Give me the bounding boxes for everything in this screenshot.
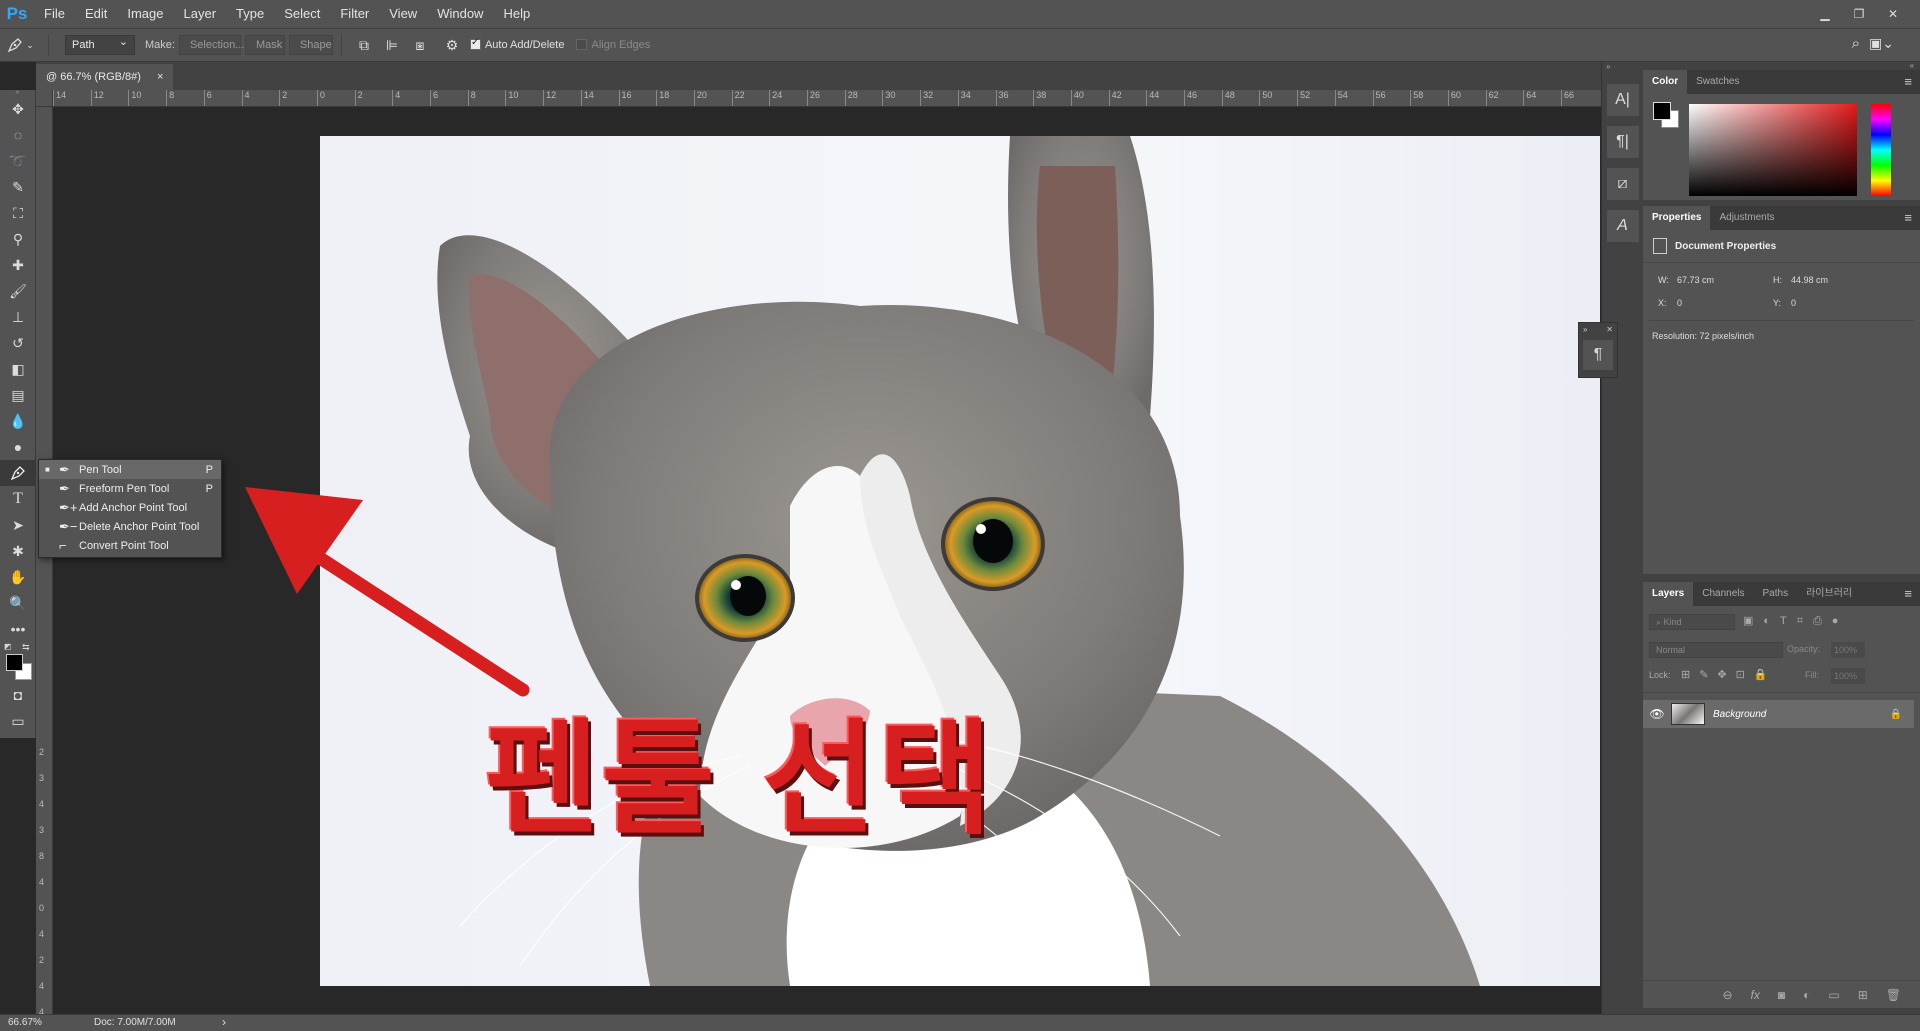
kind-filter-label: Kind xyxy=(1663,617,1682,627)
resolution-text: Resolution: 72 pixels/inch xyxy=(1652,331,1755,341)
filter-icons[interactable]: ▣◐T⌗⎙● xyxy=(1743,614,1848,628)
y-label: Y: xyxy=(1773,298,1782,308)
flyout-item-shortcut: P xyxy=(205,463,213,476)
visibility-eye-icon[interactable]: 👁 xyxy=(1643,707,1671,721)
adjustment-layer-icon[interactable]: ◐ xyxy=(1803,988,1810,1002)
foreground-color-swatch[interactable] xyxy=(1653,102,1671,120)
pilcrow-icon[interactable]: ¶ xyxy=(1583,340,1613,370)
opacity-input[interactable]: 100% xyxy=(1831,642,1865,658)
properties-title: Document Properties xyxy=(1675,240,1777,252)
expand-strip-icon[interactable]: » xyxy=(1602,62,1643,74)
annotation-arrow-shaft xyxy=(293,538,530,697)
add-mask-icon[interactable]: ◙ xyxy=(1778,988,1785,1002)
character-styles-icon[interactable]: A xyxy=(1606,210,1639,242)
delete-anchor-icon: ✒− xyxy=(59,518,78,534)
flyout-item-label: Delete Anchor Point Tool xyxy=(79,520,200,533)
y-value[interactable]: 0 xyxy=(1791,298,1796,308)
layers-panel-tabs: Layers Channels Paths 라이브러리 ≡ xyxy=(1643,582,1920,606)
zoom-level[interactable]: 66.67% xyxy=(8,1017,42,1028)
tab-libraries[interactable]: 라이브러리 xyxy=(1797,582,1861,606)
panel-menu-icon[interactable]: ≡ xyxy=(1904,582,1912,606)
fill-label: Fill: xyxy=(1805,670,1819,680)
doc-size: Doc: 7.00M/7.00M xyxy=(94,1017,176,1028)
flyout-item-add-anchor-point-tool[interactable]: ✒+ Add Anchor Point Tool xyxy=(39,498,221,517)
new-layer-icon[interactable]: ⊞ xyxy=(1858,988,1868,1002)
character-panel-icon[interactable]: A| xyxy=(1606,84,1639,116)
expand-float-icon[interactable]: » xyxy=(1583,325,1587,334)
panel-menu-icon[interactable]: ≡ xyxy=(1904,206,1912,230)
color-panel xyxy=(1643,94,1920,200)
collapse-panels-icon[interactable]: « xyxy=(1643,62,1920,70)
flyout-item-label: Pen Tool xyxy=(79,463,122,476)
hue-slider[interactable] xyxy=(1871,104,1891,196)
flyout-item-shortcut: P xyxy=(205,482,213,495)
width-label: W: xyxy=(1658,275,1669,285)
tab-layers[interactable]: Layers xyxy=(1643,582,1694,606)
status-bar: 66.67% Doc: 7.00M/7.00M › xyxy=(0,1014,1920,1031)
blend-mode-select[interactable]: Normal xyxy=(1649,642,1783,658)
flyout-item-label: Add Anchor Point Tool xyxy=(79,501,188,514)
glyphs-panel-icon[interactable]: ⧄ xyxy=(1606,168,1639,200)
status-arrow-icon[interactable]: › xyxy=(222,1015,226,1029)
lock-icons[interactable]: ⊞✎✥⊡🔒 xyxy=(1681,668,1777,681)
tab-color[interactable]: Color xyxy=(1643,70,1688,94)
new-group-icon[interactable]: ▭ xyxy=(1828,988,1839,1002)
panel-icon-strip: » A| ¶| ⧄ A xyxy=(1601,62,1643,1014)
add-anchor-icon: ✒+ xyxy=(59,499,78,515)
properties-panel: Document Properties W: 67.73 cm H: 44.98… xyxy=(1643,230,1920,574)
flyout-item-convert-point-tool[interactable]: ⌐ Convert Point Tool xyxy=(39,536,221,555)
flyout-item-label: Freeform Pen Tool xyxy=(79,482,170,495)
color-panel-tabs: Color Swatches ≡ xyxy=(1643,70,1920,94)
height-value[interactable]: 44.98 cm xyxy=(1791,275,1828,285)
tab-swatches[interactable]: Swatches xyxy=(1687,70,1748,94)
x-value[interactable]: 0 xyxy=(1677,298,1682,308)
flyout-item-delete-anchor-point-tool[interactable]: ✒− Delete Anchor Point Tool xyxy=(39,517,221,536)
right-panels: « Color Swatches ≡ Properties Adjustment… xyxy=(1643,62,1920,1014)
opacity-label: Opacity: xyxy=(1787,644,1821,654)
pen-icon: ✒ xyxy=(59,461,70,477)
kind-filter[interactable]: ⌕ Kind xyxy=(1649,614,1735,630)
freeform-pen-icon: ✒ xyxy=(59,480,70,496)
pen-tool-flyout-menu: ■ ✒ Pen Tool P ✒ Freeform Pen Tool P ✒+ Add Anch… xyxy=(38,459,222,558)
height-label: H: xyxy=(1773,275,1782,285)
floating-paragraph-panel: » ✕ ¶ xyxy=(1578,322,1618,378)
fx-icon[interactable]: fx xyxy=(1751,988,1760,1002)
tab-paths[interactable]: Paths xyxy=(1754,582,1798,606)
flyout-item-pen-tool[interactable]: ■ ✒ Pen Tool P xyxy=(39,460,221,479)
foreground-color[interactable] xyxy=(6,654,23,671)
layer-row-background[interactable]: 👁 Background 🔒 xyxy=(1643,700,1914,728)
lock-label: Lock: xyxy=(1649,670,1671,680)
layer-lock-icon: 🔒 xyxy=(1889,708,1902,720)
link-layers-icon[interactable]: ⊖ xyxy=(1722,988,1732,1002)
color-field[interactable] xyxy=(1689,104,1857,196)
delete-layer-icon[interactable]: 🗑 xyxy=(1886,988,1901,1002)
fill-input[interactable]: 100% xyxy=(1831,668,1865,684)
convert-point-icon: ⌐ xyxy=(59,538,67,553)
tab-channels[interactable]: Channels xyxy=(1693,582,1753,606)
paragraph-panel-icon[interactable]: ¶| xyxy=(1606,126,1639,158)
flyout-item-label: Convert Point Tool xyxy=(79,539,169,552)
layers-footer: ⊖ fx ◙ ◐ ▭ ⊞ 🗑 xyxy=(1643,980,1920,1008)
tab-adjustments[interactable]: Adjustments xyxy=(1710,206,1783,230)
close-float-icon[interactable]: ✕ xyxy=(1606,325,1613,334)
flyout-item-freeform-pen-tool[interactable]: ✒ Freeform Pen Tool P xyxy=(39,479,221,498)
tab-properties[interactable]: Properties xyxy=(1643,206,1711,230)
layer-name[interactable]: Background xyxy=(1713,709,1766,720)
properties-panel-tabs: Properties Adjustments ≡ xyxy=(1643,206,1920,230)
panel-menu-icon[interactable]: ≡ xyxy=(1904,70,1912,94)
document-icon xyxy=(1653,238,1667,254)
x-label: X: xyxy=(1658,298,1667,308)
width-value[interactable]: 67.73 cm xyxy=(1677,275,1714,285)
layers-panel: ⌕ Kind ▣◐T⌗⎙● Normal Opacity: 100% Lock:… xyxy=(1643,606,1920,1008)
layer-thumbnail xyxy=(1671,703,1705,725)
selected-bullet-icon: ■ xyxy=(45,465,50,474)
annotation-text: 펜툴 선택 xyxy=(485,708,995,852)
